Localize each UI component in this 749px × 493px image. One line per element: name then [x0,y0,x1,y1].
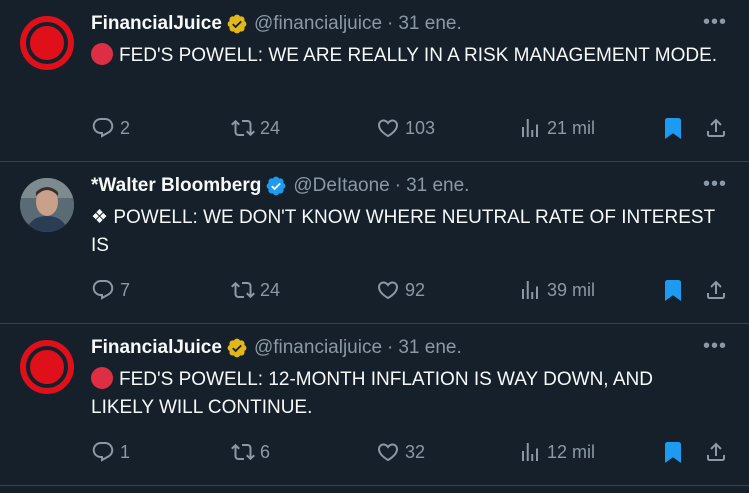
share-button[interactable] [704,275,728,305]
bookmark-button[interactable] [661,437,685,467]
reply-count: 7 [120,279,131,300]
reply-icon [92,118,114,138]
retweet-icon [231,281,255,299]
display-name[interactable]: FinancialJuice [91,337,222,359]
share-icon [707,442,725,461]
heart-icon [377,119,399,138]
share-button[interactable] [704,113,728,143]
timestamp[interactable]: 31 ene. [398,13,461,35]
share-button[interactable] [704,437,728,467]
separator: · [387,13,394,34]
verified-gold-icon [227,338,247,358]
avatar[interactable] [20,178,74,232]
share-icon [707,118,725,137]
view-count: 21 mil [547,117,596,138]
reply-icon [92,442,114,462]
reply-button[interactable]: 2 [91,113,130,143]
like-button[interactable]: 103 [376,113,435,143]
tweet-text: FED'S POWELL: WE ARE REALLY IN A RISK MA… [91,42,719,70]
views-button[interactable]: 12 mil [518,437,595,467]
bookmark-button[interactable] [661,275,685,305]
red-circle-icon [91,367,113,389]
reply-count: 2 [120,117,131,138]
retweet-count: 24 [260,279,281,300]
retweet-button[interactable]: 24 [231,113,280,143]
reply-icon [92,280,114,300]
red-circle-icon [91,43,113,65]
avatar[interactable] [20,16,74,70]
retweet-count: 24 [260,117,281,138]
bookmark-icon [665,442,681,463]
view-count: 39 mil [547,279,596,300]
tweet-header: FinancialJuice @financialjuice · 31 ene. [91,11,729,37]
tweet[interactable]: FinancialJuice @financialjuice · 31 ene.… [0,0,749,162]
heart-icon [377,281,399,300]
timestamp[interactable]: 31 ene. [398,337,461,359]
tweet-text: FED'S POWELL: 12-MONTH INFLATION IS WAY … [91,366,719,422]
timestamp[interactable]: 31 ene. [406,175,469,197]
views-button[interactable]: 21 mil [518,113,595,143]
like-button[interactable]: 92 [376,275,425,305]
display-name[interactable]: FinancialJuice [91,13,222,35]
heart-icon [377,443,399,462]
reply-button[interactable]: 1 [91,437,130,467]
reply-button[interactable]: 7 [91,275,130,305]
separator: · [387,337,394,358]
tweet-text-content: POWELL: WE DON'T KNOW WHERE NEUTRAL RATE… [91,207,715,256]
bookmark-icon [665,280,681,301]
retweet-button[interactable]: 24 [231,275,280,305]
handle[interactable]: @financialjuice [254,13,382,35]
tweet-text-content: FED'S POWELL: WE ARE REALLY IN A RISK MA… [119,45,718,66]
like-button[interactable]: 32 [376,437,425,467]
more-options-icon[interactable]: ••• [703,335,727,358]
tweet[interactable]: *Walter Bloomberg @DeItaone · 31 ene. ••… [0,162,749,324]
tweet-header: *Walter Bloomberg @DeItaone · 31 ene. [91,173,729,199]
view-count: 12 mil [547,441,596,462]
avatar[interactable] [20,340,74,394]
verified-blue-icon [266,176,286,196]
views-chart-icon [522,119,538,137]
handle[interactable]: @financialjuice [254,337,382,359]
handle[interactable]: @DeItaone [293,175,389,197]
views-chart-icon [522,443,538,461]
share-icon [707,280,725,299]
action-bar: 2 24 103 21 mil [91,113,729,143]
bookmark-button[interactable] [661,113,685,143]
tweet-text-content: FED'S POWELL: 12-MONTH INFLATION IS WAY … [91,369,653,418]
like-count: 92 [405,279,426,300]
tweet-text: ❖ POWELL: WE DON'T KNOW WHERE NEUTRAL RA… [91,204,719,260]
like-count: 103 [405,117,436,138]
separator: · [394,175,402,196]
reply-count: 1 [120,441,131,462]
verified-gold-icon [227,14,247,34]
diamond-bullet-icon: ❖ [91,207,109,228]
profile-photo [20,178,74,232]
views-chart-icon [522,281,538,299]
action-bar: 1 6 32 12 mil [91,437,729,467]
tweet-header: FinancialJuice @financialjuice · 31 ene. [91,335,729,361]
retweet-icon [231,443,255,461]
retweet-count: 6 [260,441,271,462]
views-button[interactable]: 39 mil [518,275,595,305]
display-name[interactable]: *Walter Bloomberg [91,175,261,197]
like-count: 32 [405,441,426,462]
action-bar: 7 24 92 39 mil [91,275,729,305]
tweet[interactable]: FinancialJuice @financialjuice · 31 ene.… [0,324,749,486]
more-options-icon[interactable]: ••• [703,11,727,34]
bookmark-icon [665,118,681,139]
more-options-icon[interactable]: ••• [703,173,727,196]
retweet-icon [231,119,255,137]
retweet-button[interactable]: 6 [231,437,270,467]
